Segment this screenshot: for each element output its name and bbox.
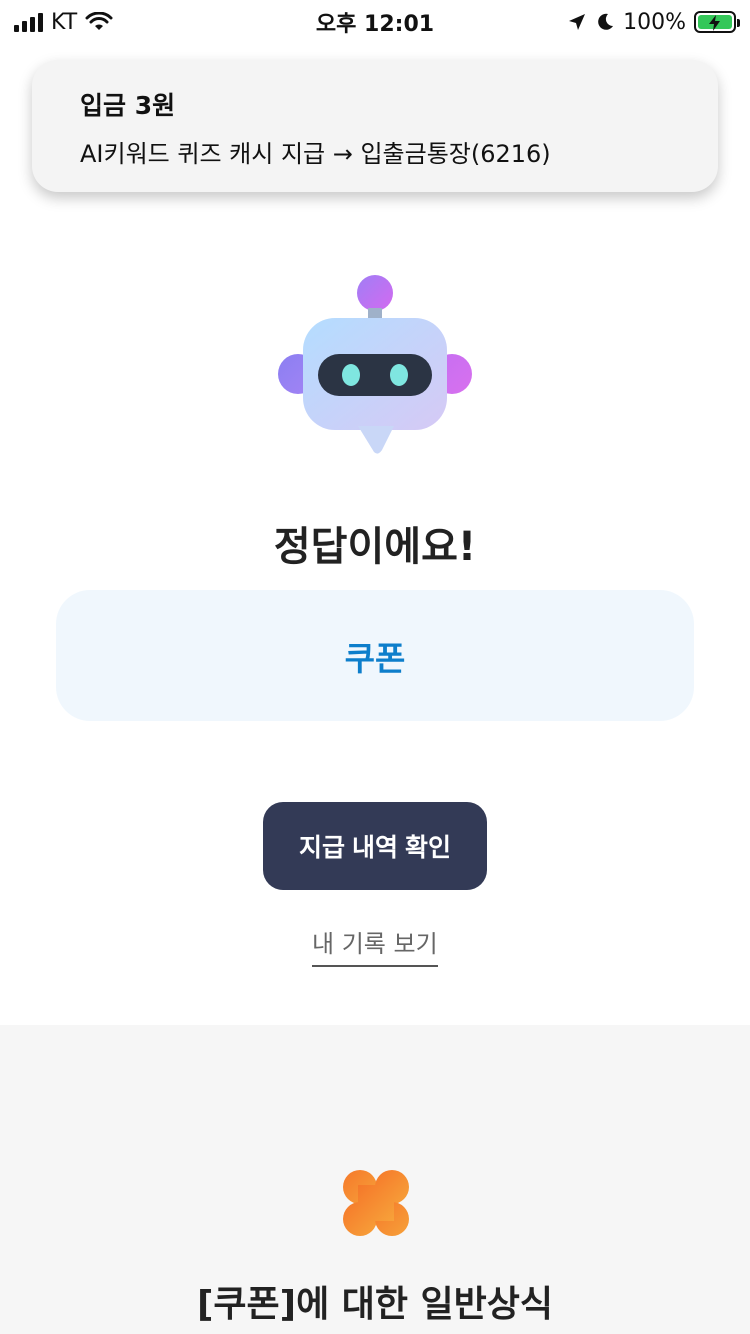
status-time: 오후 12:01: [315, 12, 435, 37]
knowledge-title: [쿠폰]에 대한 일반상식: [196, 1284, 554, 1325]
battery-icon: [694, 11, 740, 33]
answer-text: 쿠폰: [344, 638, 406, 678]
result-title: 정답이에요!: [273, 524, 477, 570]
my-records-link[interactable]: 내 기록 보기: [312, 924, 438, 967]
clover-icon: [343, 1170, 409, 1236]
general-knowledge-section: [쿠폰]에 대한 일반상식: [0, 1025, 750, 1334]
deposit-notification[interactable]: 입금 3원 AI키워드 퀴즈 캐시 지급 → 입출금통장(6216): [32, 60, 718, 192]
status-bar: KT 오후 12:01 100%: [0, 0, 750, 44]
answer-box: 쿠폰: [56, 590, 694, 721]
charging-bolt-icon: [709, 15, 720, 31]
payment-history-button[interactable]: 지급 내역 확인: [263, 802, 487, 890]
notification-body: AI키워드 퀴즈 캐시 지급 → 입출금통장(6216): [80, 140, 551, 168]
notification-title: 입금 3원: [80, 91, 176, 120]
robot-icon: [278, 275, 472, 454]
